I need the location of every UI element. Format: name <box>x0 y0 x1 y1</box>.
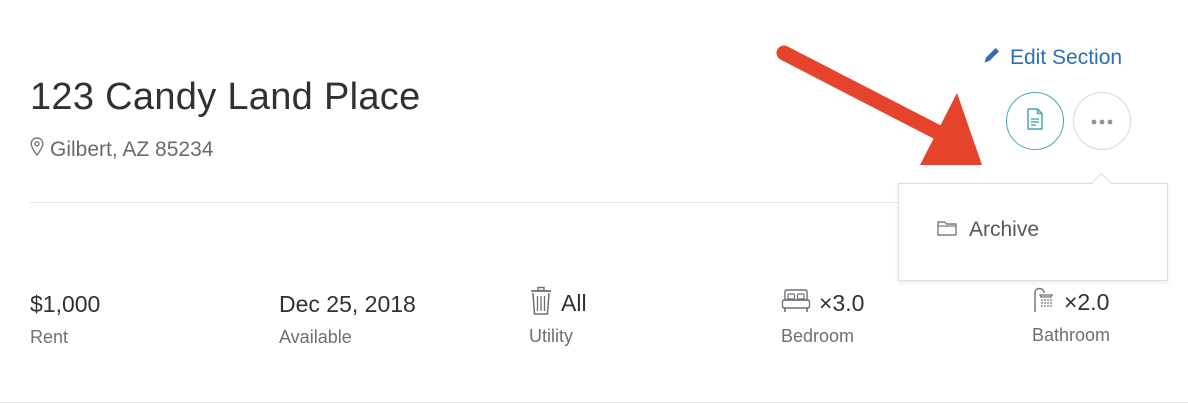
location-text: Gilbert, AZ 85234 <box>50 137 214 161</box>
stat-bedroom: ×3.0 Bedroom <box>781 285 864 347</box>
map-pin-icon <box>30 137 44 162</box>
pencil-icon <box>982 45 1002 71</box>
stat-label: Rent <box>30 327 69 347</box>
edit-section-label: Edit Section <box>1010 46 1123 69</box>
menu-item-label: Archive <box>969 218 1040 241</box>
stat-value: ×3.0 <box>819 289 865 316</box>
stat-value: $1,000 <box>30 290 101 317</box>
document-button[interactable] <box>1006 92 1064 150</box>
stat-label: Available <box>279 327 352 347</box>
stat-bathroom: ×2.0 Bathroom <box>1032 284 1110 346</box>
header-divider <box>30 202 900 203</box>
stat-value: ×2.0 <box>1064 288 1110 315</box>
edit-section-button[interactable]: Edit Section <box>982 45 1122 71</box>
trash-icon <box>529 286 553 321</box>
stat-utility: All Utility <box>529 285 587 347</box>
stat-label: Bathroom <box>1032 325 1111 345</box>
stat-label: Utility <box>529 326 573 346</box>
bed-icon <box>781 288 811 319</box>
menu-item-archive[interactable]: Archive <box>937 218 1039 242</box>
folder-icon <box>937 220 957 241</box>
dropdown-caret <box>1090 172 1113 195</box>
shower-icon <box>1032 287 1056 318</box>
more-options-button[interactable] <box>1073 92 1131 150</box>
stat-value: Dec 25, 2018 <box>279 290 416 317</box>
stat-value: All <box>561 289 587 316</box>
stat-rent: $1,000 Rent <box>30 286 100 348</box>
more-options-dropdown: Archive <box>898 172 1168 281</box>
stat-available: Dec 25, 2018 Available <box>279 286 416 348</box>
stat-label: Bedroom <box>781 326 855 346</box>
bottom-divider <box>0 402 1188 403</box>
ellipsis-icon <box>1091 112 1113 130</box>
document-icon <box>1026 107 1044 135</box>
page-title: 123 Candy Land Place <box>30 76 421 118</box>
property-location: Gilbert, AZ 85234 <box>30 137 213 162</box>
